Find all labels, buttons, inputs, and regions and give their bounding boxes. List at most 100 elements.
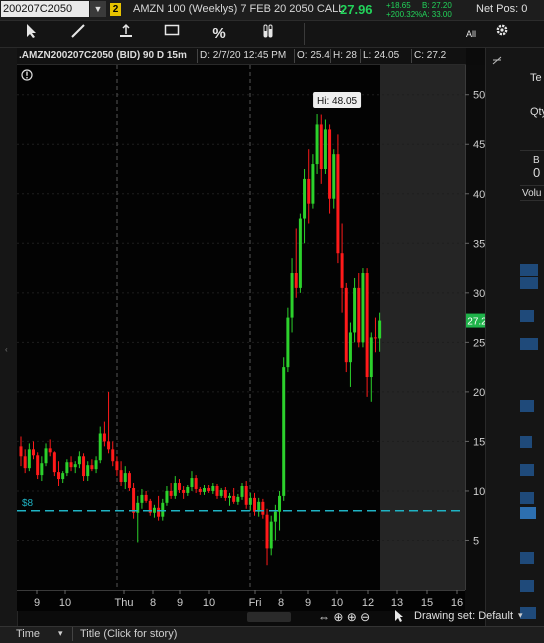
panel-divider [520,185,544,186]
candle-body [202,487,206,492]
last-price: 27.96 [340,2,373,17]
time-tick-label: Thu [115,597,134,609]
expand-chart-icon[interactable] [492,56,502,65]
candle-body [40,463,44,476]
drawing-set-selector[interactable]: Drawing set: Default [414,610,513,622]
candle-body [32,449,36,456]
candle-body [140,494,144,503]
volume-ladder-bar [520,580,534,592]
candle-body [190,478,194,487]
candle-body [173,483,177,496]
candle-body [315,124,319,165]
horizontal-scrollbar[interactable] [247,612,291,622]
chart-symbol-info[interactable]: .AMZN200207C2050 (BID) 90 D 15m [19,50,187,61]
symbol-input[interactable]: 200207C2050 [1,1,89,17]
candle-body [152,507,156,513]
candle-body [19,446,23,457]
candle-body [102,433,106,442]
candle-body [373,337,377,339]
candle-body [169,490,173,496]
price-tick-label: 50 [473,90,485,102]
price-level-label: $8 [22,498,34,509]
net-change-percent: +200.32% [386,10,423,19]
net-position: Net Pos: 0 [476,3,528,15]
candle-body [177,483,181,490]
header-separator [294,49,295,63]
volume-ladder-bar [520,264,538,276]
time-tick-label: 8 [278,597,284,609]
price-tick-label: 20 [473,387,485,399]
candle-body [132,487,136,513]
info-icon[interactable] [21,69,33,81]
candle-body [357,287,361,343]
bid-ask: B: 27.20 A: 33.00 [422,1,452,19]
gear-icon[interactable] [492,23,512,45]
candle-body [278,495,282,512]
candle-body [182,489,186,493]
candle-body [323,129,327,170]
candle-body [161,502,165,517]
price-tick-label: 45 [473,139,485,151]
candle-body [361,273,365,343]
candle-body [319,124,323,170]
volume-ladder-bar [520,310,534,322]
crosshair-icon[interactable]: ⊕ [333,610,343,624]
percent-icon[interactable]: % [207,23,231,45]
candle-body [332,154,336,199]
all-tools-button[interactable]: All [461,23,481,45]
time-tick-label: 12 [362,597,374,609]
line-icon[interactable] [66,23,90,45]
candle-body [303,178,307,219]
candle-body [52,452,56,473]
rectangle-icon[interactable] [160,23,184,45]
time-tick-label: 10 [59,597,71,609]
time-tick-label: 13 [391,597,403,609]
candle-body [353,287,357,333]
pointer-icon[interactable] [393,609,405,623]
zoom-out-icon[interactable]: ⊖ [360,610,370,624]
time-tick-label: Fri [249,597,262,609]
bar-open: O: 25.4 [297,50,330,61]
time-tick-label: 9 [177,597,183,609]
volume-ladder-bar [520,464,534,476]
candle-body [232,495,236,502]
candle-body [165,490,169,503]
candle-body [127,473,131,488]
price-tick-label: 10 [473,486,485,498]
zoom-in-icon[interactable]: ⊕ [347,610,357,624]
candle-body [198,488,202,492]
net-change: +18.65 +200.32% [386,1,422,19]
candle-body [44,448,48,464]
candle-body [236,496,240,502]
collapse-arrow-icon[interactable]: ‹ [5,345,8,354]
candle-body [57,472,61,480]
chevron-down-icon[interactable]: ▾ [58,628,63,639]
pan-arrows-icon[interactable]: ⇔ [318,610,330,624]
time-tick-label: 8 [150,597,156,609]
price-chart[interactable]: 5 10 15 20 25 30 35 40 45 50 9 10 Thu 8 9 10 Fri 8 9 10 12 13… [17,65,485,611]
candle-body [298,218,302,288]
candle-body [90,465,94,470]
candle-body [348,332,352,363]
price-level-icon[interactable] [114,23,138,45]
candle-body [223,489,227,498]
link-badge[interactable]: 2 [110,3,121,16]
flask-icon[interactable] [256,23,280,45]
story-column-header[interactable]: Title (Click for story) [80,628,177,640]
candle-body [336,154,340,254]
time-column-header[interactable]: Time [16,628,40,640]
trade-panel-label: Te [530,72,542,84]
candle-body [340,253,344,288]
time-tick-label: 16 [451,597,463,609]
chevron-down-icon[interactable]: ▾ [518,610,523,621]
cursor-icon[interactable] [20,23,44,45]
price-tick-label: 30 [473,288,485,300]
time-tick-label: 10 [331,597,343,609]
time-tick-label: 9 [305,597,311,609]
volume-ladder-bar [520,552,534,564]
candle-body [123,473,127,483]
candle-body [186,486,190,493]
symbol-dropdown-button[interactable]: ▼ [90,1,106,17]
chart-nav-controls: ⇔ ⊕ ⊕ ⊖ [318,610,384,624]
candle-body [144,494,148,501]
